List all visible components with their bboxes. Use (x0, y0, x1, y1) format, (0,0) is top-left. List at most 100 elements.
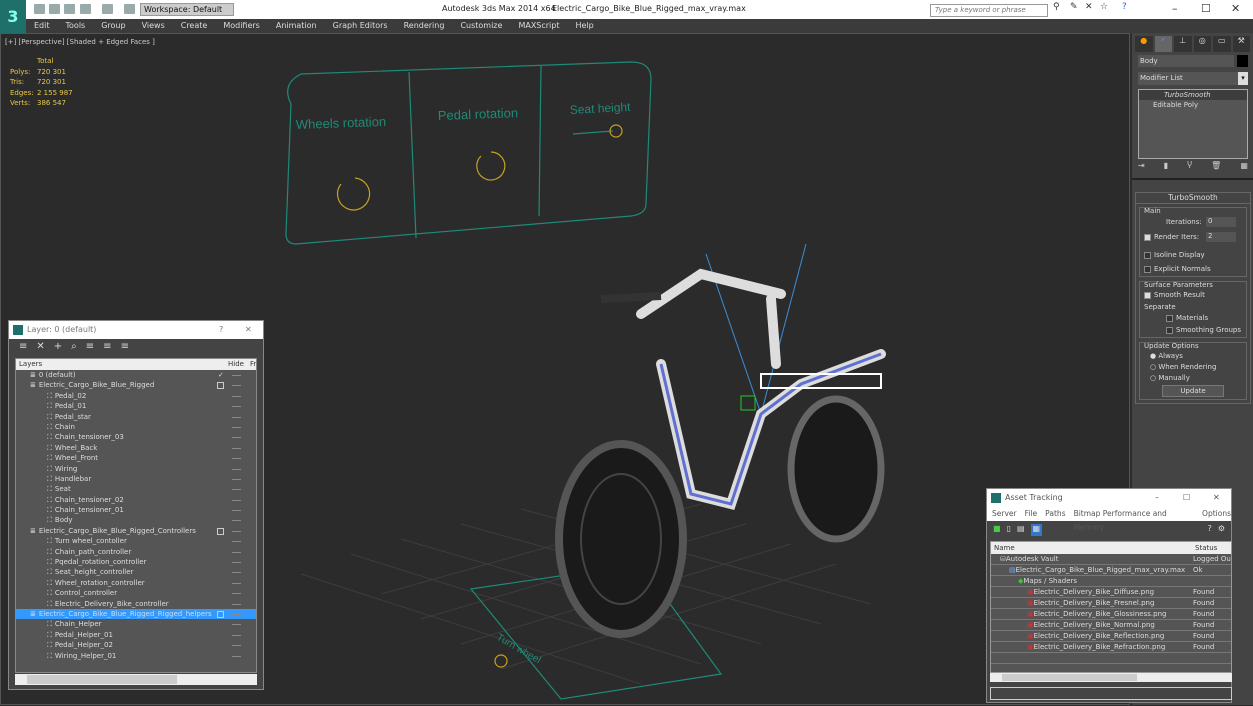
smooth-result-checkbox[interactable] (1144, 291, 1151, 299)
hide-toggle[interactable] (232, 520, 241, 522)
menu-server[interactable]: Server (992, 507, 1017, 521)
object-name-field[interactable]: Body (1138, 55, 1234, 67)
menu-rendering[interactable]: Rendering (396, 19, 453, 33)
hide-toggle[interactable] (232, 582, 241, 584)
highlight-layer-icon[interactable]: ≡ (86, 341, 94, 353)
asset-row[interactable]: ◆Maps / Shaders (991, 576, 1231, 587)
display-tab-icon[interactable]: ▭ (1213, 36, 1231, 52)
hierarchy-tab-icon[interactable]: ⊥ (1174, 36, 1192, 52)
configure-sets-icon[interactable]: ▦ (1240, 161, 1248, 173)
project-icon[interactable] (124, 4, 135, 14)
hide-toggle[interactable] (232, 530, 241, 532)
layer-list[interactable]: Layers Hide Fr ≣ 0 (default) ✓ ≣ Electric_Carg… (15, 358, 257, 673)
vault-help-icon[interactable]: ? (1208, 524, 1212, 536)
hide-toggle[interactable] (232, 416, 241, 418)
refresh-icon[interactable]: ■ (993, 524, 1001, 536)
make-unique-icon[interactable]: Ⴤ (1187, 161, 1192, 173)
close-button[interactable]: ✕ (245, 321, 252, 339)
hide-all-icon[interactable]: ≡ (103, 341, 111, 353)
hide-toggle[interactable] (232, 634, 241, 636)
render-iters-spinner[interactable]: 2 (1206, 232, 1236, 242)
menu-group[interactable]: Group (93, 19, 133, 33)
layer-row[interactable]: ⛶ Pqedal_rotation_controller (16, 557, 256, 567)
show-end-result-icon[interactable]: ▮ (1164, 161, 1168, 173)
layer-row[interactable]: ⛶ Chain_Helper (16, 619, 256, 629)
menu-options[interactable]: Options (1202, 507, 1231, 521)
hide-toggle[interactable] (232, 624, 241, 626)
help-button[interactable]: ? (219, 321, 223, 339)
layer-row[interactable]: ⛶ Wheel_rotation_controller (16, 578, 256, 588)
asset-row[interactable]: ⛁Autodesk Vault Logged Ou (991, 554, 1231, 565)
hide-toggle[interactable] (232, 562, 241, 564)
binoculars-icon[interactable]: ⚲ (1053, 2, 1060, 12)
iterations-spinner[interactable]: 0 (1206, 217, 1236, 227)
viewport-label[interactable]: [+] [Perspective] [Shaded + Edged Faces … (5, 38, 155, 46)
asset-row[interactable]: ▣Electric_Delivery_Bike_Refraction.png Fo… (991, 642, 1231, 653)
hide-toggle[interactable] (232, 603, 241, 605)
col-freeze[interactable]: Fr (250, 359, 256, 370)
layer-active-toggle[interactable] (217, 527, 224, 535)
isoline-checkbox[interactable] (1144, 251, 1151, 259)
hide-toggle[interactable] (232, 468, 241, 470)
layer-row[interactable]: ⛶ Pedal_02 (16, 391, 256, 401)
layer-row[interactable]: ≣ 0 (default) ✓ (16, 370, 256, 380)
app-logo-icon[interactable]: 3 (0, 0, 26, 33)
chevron-down-icon[interactable]: ▾ (1238, 72, 1248, 85)
menu-customize[interactable]: Customize (452, 19, 510, 33)
layer-row[interactable]: ⛶ Chain_tensioner_03 (16, 432, 256, 442)
open-icon[interactable] (49, 4, 60, 14)
materials-checkbox[interactable] (1166, 314, 1173, 322)
layer-row[interactable]: ⛶ Pedal_Helper_02 (16, 640, 256, 650)
explicit-normals-checkbox[interactable] (1144, 265, 1151, 273)
layer-row[interactable]: ⛶ Wiring_Helper_01 (16, 651, 256, 661)
hide-toggle[interactable] (232, 593, 241, 595)
modifier-list-dropdown[interactable]: Modifier List ▾ (1138, 72, 1248, 85)
layer-row[interactable]: ⛶ Chain_tensioner_02 (16, 495, 256, 505)
satellite-icon[interactable]: ✕ (1085, 2, 1093, 12)
asset-row[interactable]: ▣Electric_Delivery_Bike_Fresnel.png Found (991, 598, 1231, 609)
layer-row[interactable]: ≣ Electric_Cargo_Bike_Blue_Rigged_Control… (16, 526, 256, 536)
asset-row[interactable]: ▣Electric_Delivery_Bike_Glossiness.png Fo… (991, 609, 1231, 620)
hide-toggle[interactable] (232, 375, 241, 376)
layer-row[interactable]: ⛶ Seat (16, 484, 256, 494)
list-icon[interactable]: ▯ (1007, 524, 1011, 536)
asset-row[interactable]: ▣Electric_Delivery_Bike_Reflection.png Fo… (991, 631, 1231, 642)
maximize-button[interactable]: ☐ (1201, 2, 1211, 15)
stack-item-editable-poly[interactable]: Editable Poly (1139, 100, 1247, 110)
layer-row[interactable]: ≣ Electric_Cargo_Bike_Blue_Rigged_Rigged_… (16, 608, 256, 620)
rollout-title[interactable]: TurboSmooth (1136, 193, 1250, 204)
menu-graph-editors[interactable]: Graph Editors (325, 19, 396, 33)
layer-row[interactable]: ⛶ Wheel_Back (16, 443, 256, 453)
asset-tracking-titlebar[interactable]: Asset Tracking – ☐ ✕ (987, 489, 1231, 507)
search-input[interactable]: Type a keyword or phrase (930, 4, 1048, 17)
delete-layer-icon[interactable]: ✕ (36, 341, 44, 353)
asset-table[interactable]: Name Status ⛁Autodesk Vault Logged Ou ▤Elec… (990, 541, 1232, 673)
freeze-all-icon[interactable]: ≡ (121, 341, 129, 353)
hide-toggle[interactable] (232, 510, 241, 512)
hide-toggle[interactable] (232, 551, 241, 553)
undo-icon[interactable] (80, 4, 91, 14)
asset-row[interactable]: ▤Electric_Cargo_Bike_Blue_Rigged_max_vra… (991, 565, 1231, 576)
layer-row[interactable]: ⛶ Chain_tensioner_01 (16, 505, 256, 515)
layer-active-toggle[interactable] (217, 382, 224, 390)
create-tab-icon[interactable]: ● (1135, 36, 1153, 52)
hide-toggle[interactable] (232, 613, 241, 615)
object-color-swatch[interactable] (1237, 55, 1248, 67)
menu-help[interactable]: Help (568, 19, 602, 33)
path-field[interactable] (990, 687, 1232, 700)
menu-bitmap-performance[interactable]: Bitmap Performance and Memory (1074, 507, 1194, 532)
minimize-button[interactable]: – (1155, 489, 1159, 507)
add-to-layer-icon[interactable]: + (54, 341, 62, 353)
layer-row[interactable]: ⛶ Body (16, 515, 256, 525)
menu-tools[interactable]: Tools (58, 19, 94, 33)
layer-row[interactable]: ⛶ Pedal_Helper_01 (16, 630, 256, 640)
remove-modifier-icon[interactable]: 🗑 (1211, 161, 1221, 173)
hide-toggle[interactable] (232, 437, 241, 439)
save-icon[interactable] (64, 4, 75, 14)
star-icon[interactable]: ☆ (1100, 2, 1108, 12)
smoothing-groups-checkbox[interactable] (1166, 326, 1173, 334)
tree-icon[interactable]: ▤ (1017, 524, 1025, 536)
render-iters-checkbox[interactable] (1144, 233, 1151, 241)
stack-item-turbosmooth[interactable]: TurboSmooth (1139, 90, 1247, 101)
col-hide[interactable]: Hide (228, 359, 244, 370)
